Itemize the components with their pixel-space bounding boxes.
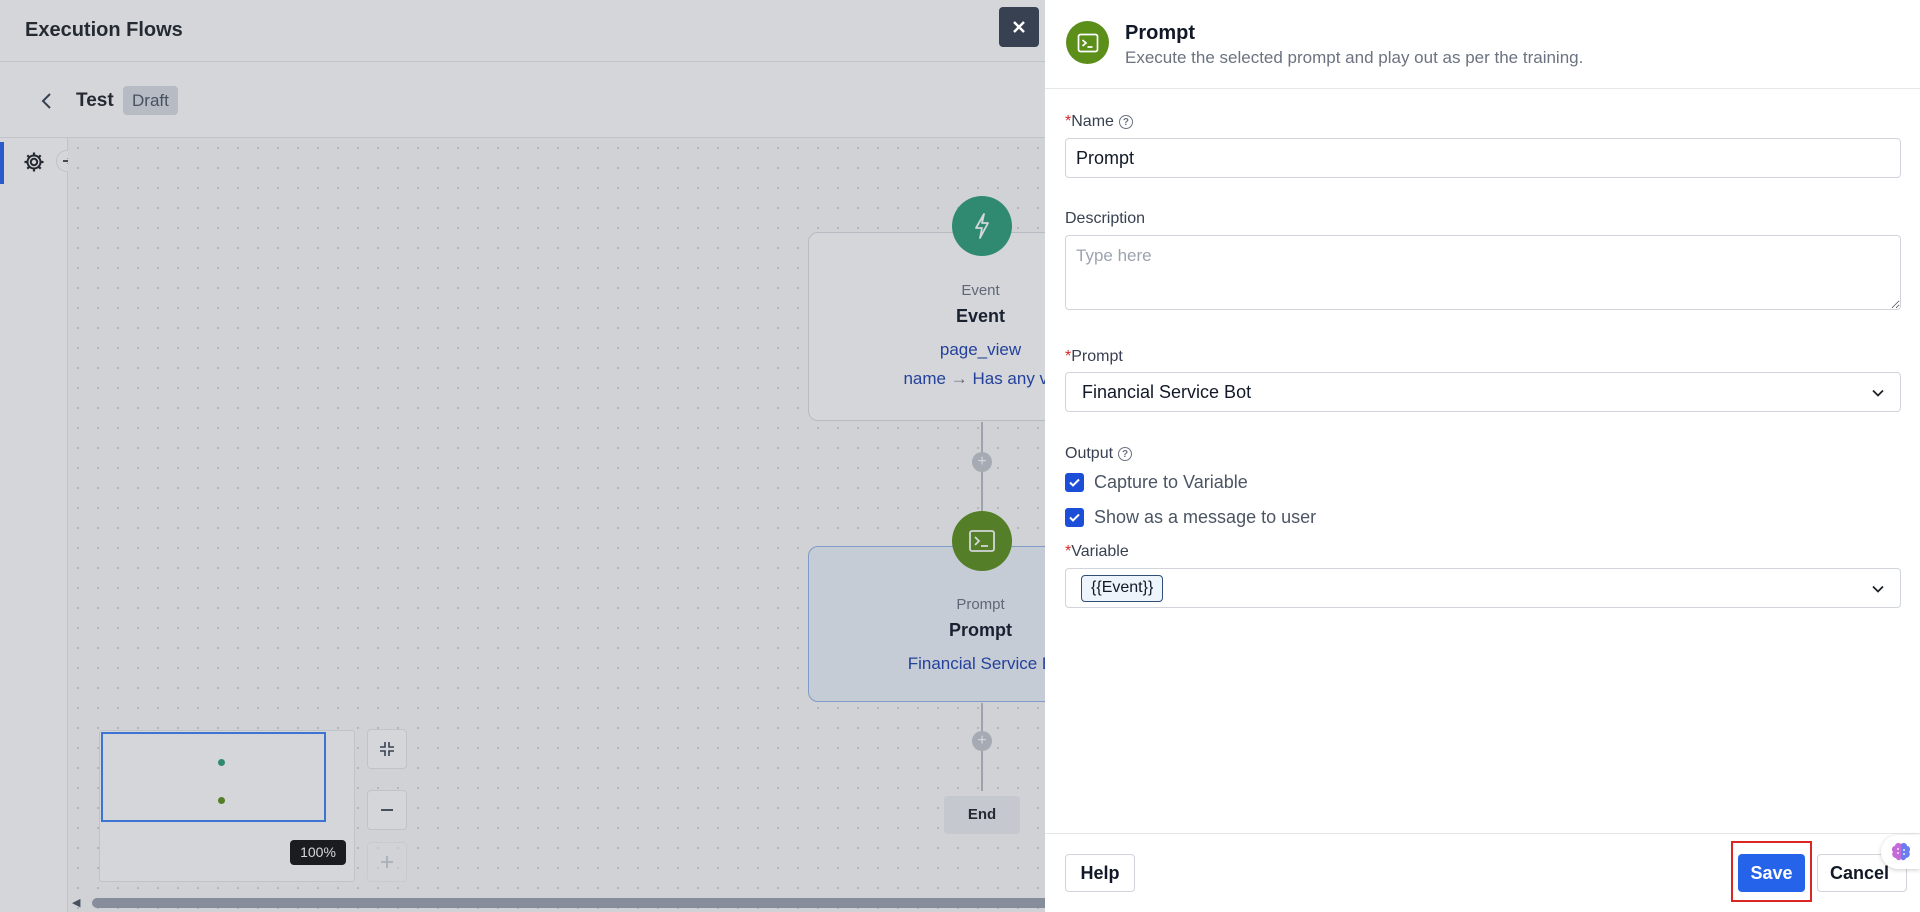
prompt-label: *Prompt xyxy=(1065,348,1123,366)
variable-select[interactable]: {{Event}} xyxy=(1065,568,1901,608)
name-label: *Name ? xyxy=(1065,113,1133,131)
drawer-subtitle: Execute the selected prompt and play out… xyxy=(1125,48,1584,67)
terminal-icon xyxy=(1077,33,1098,52)
checkbox-checked[interactable] xyxy=(1065,508,1084,527)
checkbox-checked[interactable] xyxy=(1065,473,1084,492)
help-circle-icon[interactable]: ? xyxy=(1118,447,1133,461)
drawer-prompt-icon xyxy=(1066,21,1109,64)
chevron-down-icon xyxy=(1872,389,1884,397)
help-circle-icon[interactable]: ? xyxy=(1118,115,1133,129)
option-label: Capture to Variable xyxy=(1094,472,1248,492)
description-label: Description xyxy=(1065,210,1146,227)
close-icon xyxy=(1013,21,1025,33)
name-label-text: Name xyxy=(1071,113,1114,130)
prompt-selected-value: Financial Service Bot xyxy=(1082,381,1252,402)
chevron-down-icon xyxy=(1872,585,1884,593)
output-label-text: Output xyxy=(1065,445,1114,462)
check-icon xyxy=(1069,478,1080,487)
name-input[interactable] xyxy=(1065,138,1901,178)
description-textarea[interactable] xyxy=(1065,235,1901,310)
app-root: Execution Flows Test Draft Event Event p… xyxy=(0,0,1920,912)
drawer-header: Prompt Execute the selected prompt and p… xyxy=(1045,0,1920,89)
variable-label-text: Variable xyxy=(1071,543,1129,560)
show-message-option[interactable]: Show as a message to user xyxy=(1065,507,1316,528)
check-icon xyxy=(1069,513,1080,522)
help-button[interactable]: Help xyxy=(1065,854,1135,892)
variable-label: *Variable xyxy=(1065,543,1129,561)
capture-variable-option[interactable]: Capture to Variable xyxy=(1065,472,1248,493)
brain-icon xyxy=(1891,842,1910,861)
prompt-settings-drawer: Prompt Execute the selected prompt and p… xyxy=(1045,0,1920,912)
prompt-label-text: Prompt xyxy=(1071,348,1123,365)
drawer-title: Prompt xyxy=(1125,22,1195,44)
assistant-button[interactable] xyxy=(1881,835,1920,869)
variable-chip[interactable]: {{Event}} xyxy=(1081,574,1164,602)
save-button[interactable]: Save xyxy=(1738,854,1805,892)
close-drawer-button[interactable] xyxy=(999,7,1039,47)
prompt-select[interactable]: Financial Service Bot xyxy=(1065,372,1901,412)
option-label: Show as a message to user xyxy=(1094,507,1317,527)
output-label: Output ? xyxy=(1065,445,1133,463)
